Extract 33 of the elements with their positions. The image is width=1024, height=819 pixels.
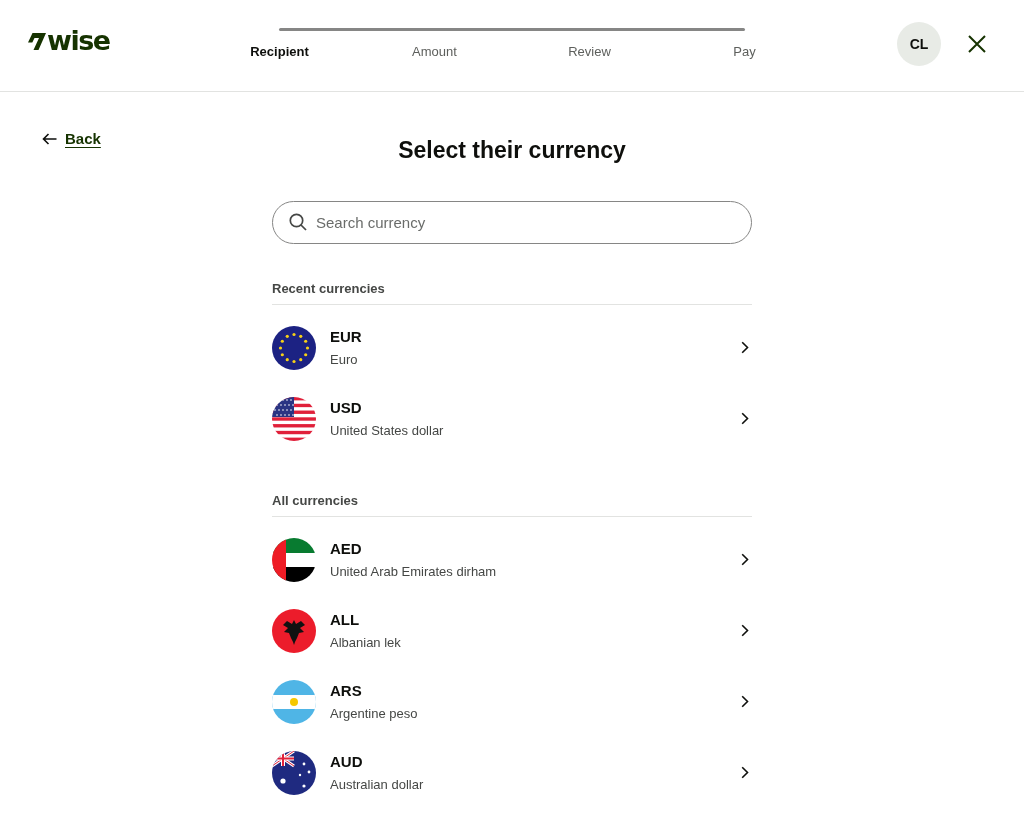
chevron-icon bbox=[741, 766, 749, 779]
flag-icon bbox=[272, 325, 316, 370]
step-label: Recipient bbox=[250, 43, 309, 61]
flag-icon bbox=[272, 679, 316, 724]
avatar-button[interactable]: CL bbox=[897, 22, 941, 66]
logo-text: wise bbox=[47, 29, 110, 53]
search-field[interactable]: Search currency bbox=[272, 201, 752, 244]
currency-row[interactable]: AUD Australian dollar bbox=[272, 737, 752, 808]
chevron-icon bbox=[741, 553, 749, 566]
currency-row[interactable]: AED United Arab Emirates dirham bbox=[272, 524, 752, 595]
chevron-icon bbox=[741, 695, 749, 708]
step-label: Pay bbox=[733, 43, 756, 61]
currency-row[interactable]: ALL Albanian lek bbox=[272, 595, 752, 666]
step-label: Review bbox=[568, 43, 611, 61]
currency-row[interactable]: EUR Euro bbox=[272, 312, 752, 383]
flag-icon bbox=[272, 608, 316, 653]
flag-icon bbox=[272, 750, 316, 795]
section-heading: Recent currencies bbox=[272, 280, 385, 298]
step-label: Amount bbox=[412, 43, 457, 61]
search-icon bbox=[289, 213, 307, 231]
close-icon[interactable] bbox=[968, 35, 986, 53]
chevron-icon bbox=[741, 624, 749, 637]
logo-mark-icon bbox=[28, 32, 46, 50]
flag-icon bbox=[272, 537, 316, 582]
currency-row[interactable]: USD United States dollar bbox=[272, 383, 752, 454]
currency-row[interactable]: ARS Argentine peso bbox=[272, 666, 752, 737]
chevron-icon bbox=[741, 412, 749, 425]
back-link[interactable]: Back bbox=[42, 129, 101, 149]
back-arrow-icon bbox=[42, 133, 57, 145]
section-heading: All currencies bbox=[272, 492, 358, 510]
flag-icon bbox=[272, 396, 316, 441]
page-title: Select their currency bbox=[397, 136, 627, 164]
chevron-icon bbox=[741, 341, 749, 354]
